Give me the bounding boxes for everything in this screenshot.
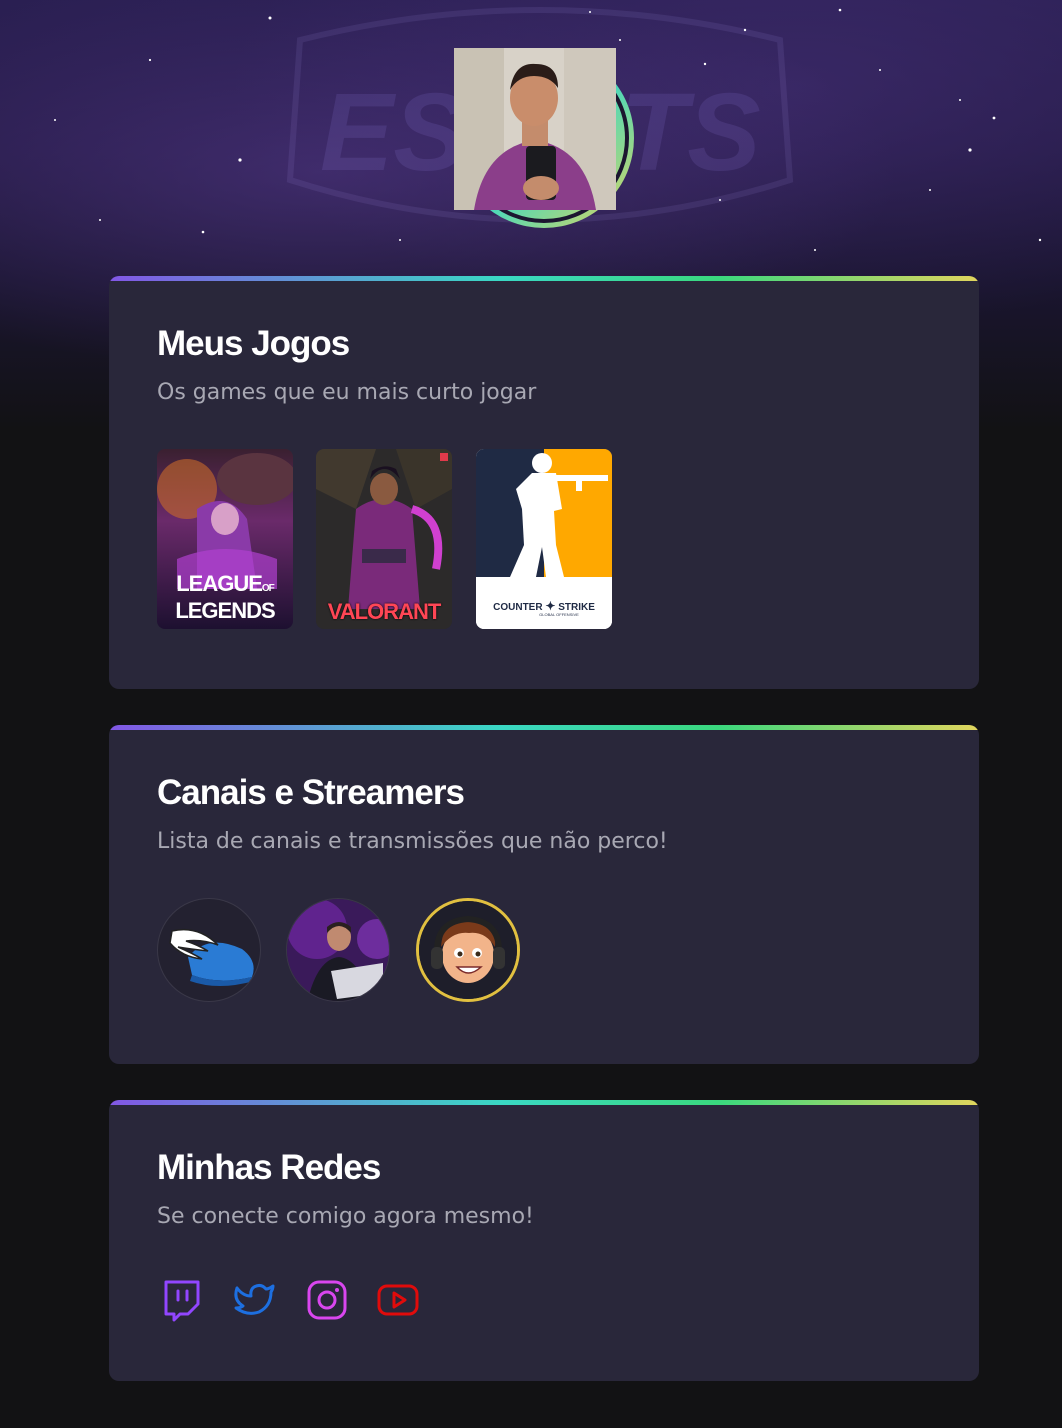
twitch-link[interactable] xyxy=(160,1278,204,1322)
profile-avatar xyxy=(454,48,634,228)
game-card-counter-strike[interactable]: COUNTER ✦ STRIKE GLOBAL OFFENSIVE xyxy=(476,449,612,629)
game-title: LEAGUE xyxy=(176,571,263,596)
social-section: Minhas Redes Se conecte comigo agora mes… xyxy=(109,1100,979,1381)
twitter-icon xyxy=(234,1283,275,1315)
streamer-photo xyxy=(287,899,389,1001)
section-subtitle: Se conecte comigo agora mesmo! xyxy=(157,1204,534,1229)
instagram-icon xyxy=(307,1280,347,1320)
game-card-valorant[interactable]: VALORANT xyxy=(316,449,452,629)
streamers-section: Canais e Streamers Lista de canais e tra… xyxy=(109,725,979,1064)
twitter-link[interactable] xyxy=(233,1278,277,1322)
svg-text:TS: TS xyxy=(620,71,761,194)
section-subtitle: Lista de canais e transmissões que não p… xyxy=(157,829,668,854)
svg-text:ES: ES xyxy=(320,71,467,194)
section-title: Canais e Streamers xyxy=(157,773,465,812)
cartoon-avatar-icon xyxy=(419,901,517,999)
youtube-link[interactable] xyxy=(376,1278,420,1322)
section-title: Meus Jogos xyxy=(157,324,350,363)
games-section: Meus Jogos Os games que eu mais curto jo… xyxy=(109,276,979,689)
streamer-channel-3[interactable] xyxy=(416,898,520,1002)
game-title: COUNTER ✦ STRIKE GLOBAL OFFENSIVE xyxy=(476,599,612,617)
section-subtitle: Os games que eu mais curto jogar xyxy=(157,380,537,405)
streamer-channel-1[interactable] xyxy=(157,898,261,1002)
game-title-of: OF xyxy=(261,583,275,594)
section-title: Minhas Redes xyxy=(157,1148,381,1187)
game-title-left: COUNTER xyxy=(493,602,543,613)
twitch-icon xyxy=(164,1280,200,1322)
game-card-league-of-legends[interactable]: LEAGUEOF LEGENDS xyxy=(157,449,293,629)
game-title: VALORANT xyxy=(327,599,442,624)
youtube-icon xyxy=(377,1284,419,1316)
game-title: LEGENDS xyxy=(175,598,275,623)
streamer-channel-2[interactable] xyxy=(286,898,390,1002)
winged-helmet-icon xyxy=(169,928,254,986)
instagram-link[interactable] xyxy=(305,1278,349,1322)
